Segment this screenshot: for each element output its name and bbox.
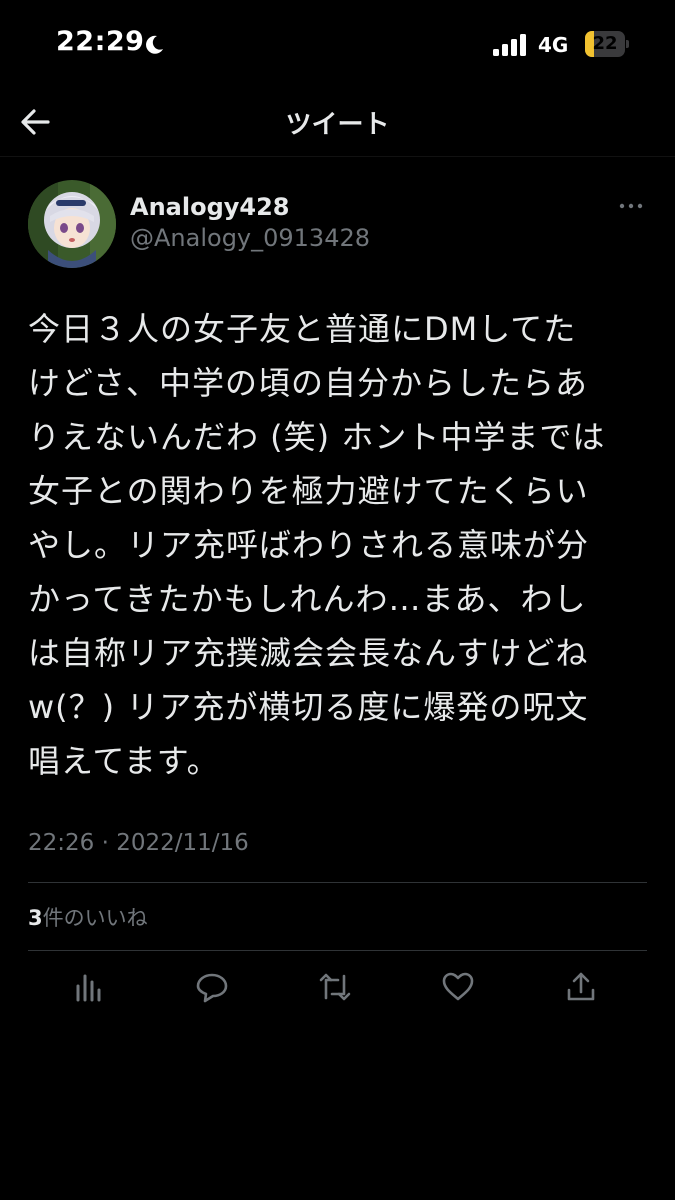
battery-icon: 22 <box>585 31 629 57</box>
share-icon[interactable] <box>564 970 598 1004</box>
status-bar: 22:29 4G 22 <box>0 0 675 90</box>
avatar[interactable] <box>28 180 116 268</box>
page-title: ツイート <box>285 110 390 140</box>
status-time: 22:29 <box>56 26 145 57</box>
like-icon[interactable] <box>441 970 475 1004</box>
author-display-name[interactable]: Analogy428 <box>130 193 290 221</box>
tweet-text: 今日３人の女子友と普通にDMしてた けどさ、中学の頃の自分からしたらあ りえない… <box>28 310 606 780</box>
reply-icon[interactable] <box>195 970 229 1004</box>
retweet-icon[interactable] <box>318 970 352 1004</box>
moon-icon <box>143 34 165 56</box>
likes-summary[interactable]: 3件のいいね <box>28 902 148 932</box>
analytics-icon[interactable] <box>72 970 106 1004</box>
likes-count: 3 <box>28 906 43 930</box>
header-divider <box>0 156 675 157</box>
more-options-icon[interactable] <box>616 196 646 216</box>
signal-icon <box>493 34 529 56</box>
nav-header: ツイート <box>0 90 675 156</box>
likes-label: 件のいいね <box>42 906 148 930</box>
author-handle[interactable]: @Analogy_0913428 <box>130 224 370 252</box>
battery-level: 22 <box>592 33 618 54</box>
divider <box>28 950 647 951</box>
network-label: 4G <box>538 33 569 57</box>
divider <box>28 882 647 883</box>
tweet-timestamp[interactable]: 22:26 · 2022/11/16 <box>28 830 249 856</box>
